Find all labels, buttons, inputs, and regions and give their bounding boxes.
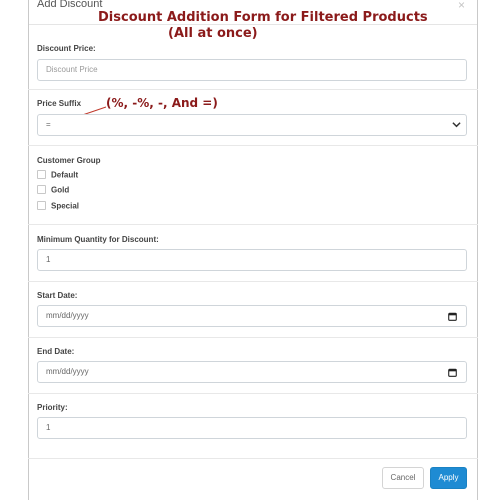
start-date-placeholder: mm/dd/yyyy [46,311,89,320]
close-icon[interactable]: × [458,0,465,12]
modal-title: Add Discount [37,0,103,10]
priority-input[interactable]: 1 [37,417,467,439]
checkbox-icon[interactable] [37,185,46,195]
priority-value: 1 [46,423,51,432]
start-date-label: Start Date: [37,291,78,300]
divider [28,337,478,338]
price-suffix-select[interactable]: = [37,114,467,136]
end-date-placeholder: mm/dd/yyyy [46,367,89,376]
apply-button[interactable]: Apply [430,467,467,489]
end-date-label: End Date: [37,347,75,356]
checkbox-special[interactable]: Special [37,201,79,213]
min-quantity-input[interactable]: 1 [37,249,467,271]
divider [28,145,478,146]
annotation-suffix-note: (%, -%, -, And =) [106,96,218,110]
priority-label: Priority: [37,403,68,412]
min-quantity-label: Minimum Quantity for Discount: [37,235,159,244]
annotation-title-line2: (All at once) [168,26,258,41]
customer-group-label: Customer Group [37,156,101,165]
checkbox-default[interactable]: Default [37,170,78,182]
divider [28,393,478,394]
price-suffix-value: = [46,120,51,129]
annotation-title-line1: Discount Addition Form for Filtered Prod… [98,10,428,25]
checkbox-label-default: Default [51,170,79,180]
start-date-input[interactable]: mm/dd/yyyy [37,305,467,327]
divider [28,224,478,225]
chevron-down-icon [452,122,461,128]
discount-price-input[interactable]: Discount Price [37,59,467,81]
discount-price-label: Discount Price: [37,44,96,53]
divider [28,281,478,282]
checkbox-icon[interactable] [37,201,46,211]
discount-price-placeholder: Discount Price [46,65,98,74]
footer-divider [28,458,478,459]
checkbox-label-gold: Gold [51,185,70,195]
checkbox-icon[interactable] [37,170,46,180]
end-date-input[interactable]: mm/dd/yyyy [37,361,467,383]
divider [28,89,478,90]
calendar-icon[interactable] [448,312,457,321]
calendar-icon[interactable] [448,368,457,377]
min-quantity-value: 1 [46,255,51,264]
checkbox-gold[interactable]: Gold [37,185,69,197]
cancel-button[interactable]: Cancel [382,467,424,489]
checkbox-label-special: Special [51,201,80,211]
